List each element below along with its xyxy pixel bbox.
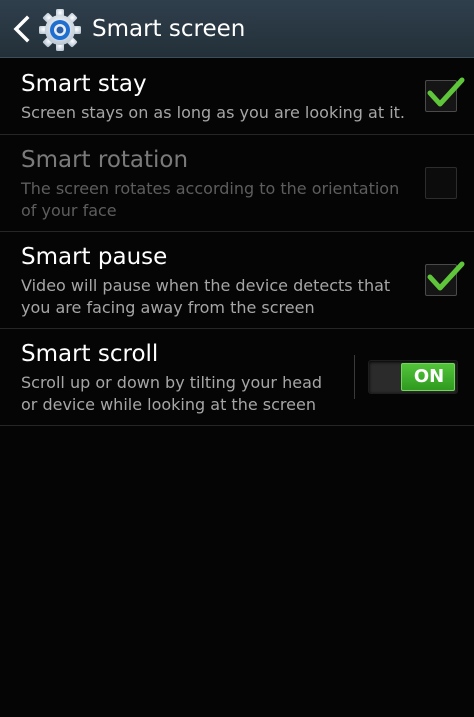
settings-list: Smart stay Screen stays on as long as yo… [0,58,474,717]
switch-label: ON [413,366,445,387]
setting-summary: Video will pause when the device detects… [21,276,391,317]
switch-thumb[interactable]: ON [401,363,455,391]
check-icon [427,261,465,291]
setting-title: Smart stay [21,71,147,97]
chevron-left-icon [13,15,30,43]
setting-title: Smart rotation [21,147,189,173]
setting-title: Smart pause [21,244,168,270]
setting-summary: Screen stays on as long as you are looki… [21,103,406,122]
setting-smart-stay[interactable]: Smart stay Screen stays on as long as yo… [0,58,474,135]
page-title: Smart screen [92,16,246,42]
smart-scroll-switch[interactable]: ON [368,360,458,394]
gear-icon [39,9,81,51]
setting-summary: Scroll up or down by tilting your head o… [21,373,323,414]
setting-smart-scroll[interactable]: Smart scroll Scroll up or down by tiltin… [0,329,474,426]
back-button[interactable] [6,9,94,51]
setting-title: Smart scroll [21,341,159,367]
check-icon [427,77,465,107]
setting-smart-rotation[interactable]: Smart rotation The screen rotates accord… [0,135,474,232]
action-bar: Smart screen [0,0,474,58]
smart-rotation-checkbox[interactable] [425,167,457,199]
smart-stay-checkbox[interactable] [425,77,465,112]
switch-divider [354,355,355,399]
setting-summary: The screen rotates according to the orie… [21,179,400,220]
smart-pause-checkbox[interactable] [425,261,465,296]
setting-smart-pause[interactable]: Smart pause Video will pause when the de… [0,232,474,329]
